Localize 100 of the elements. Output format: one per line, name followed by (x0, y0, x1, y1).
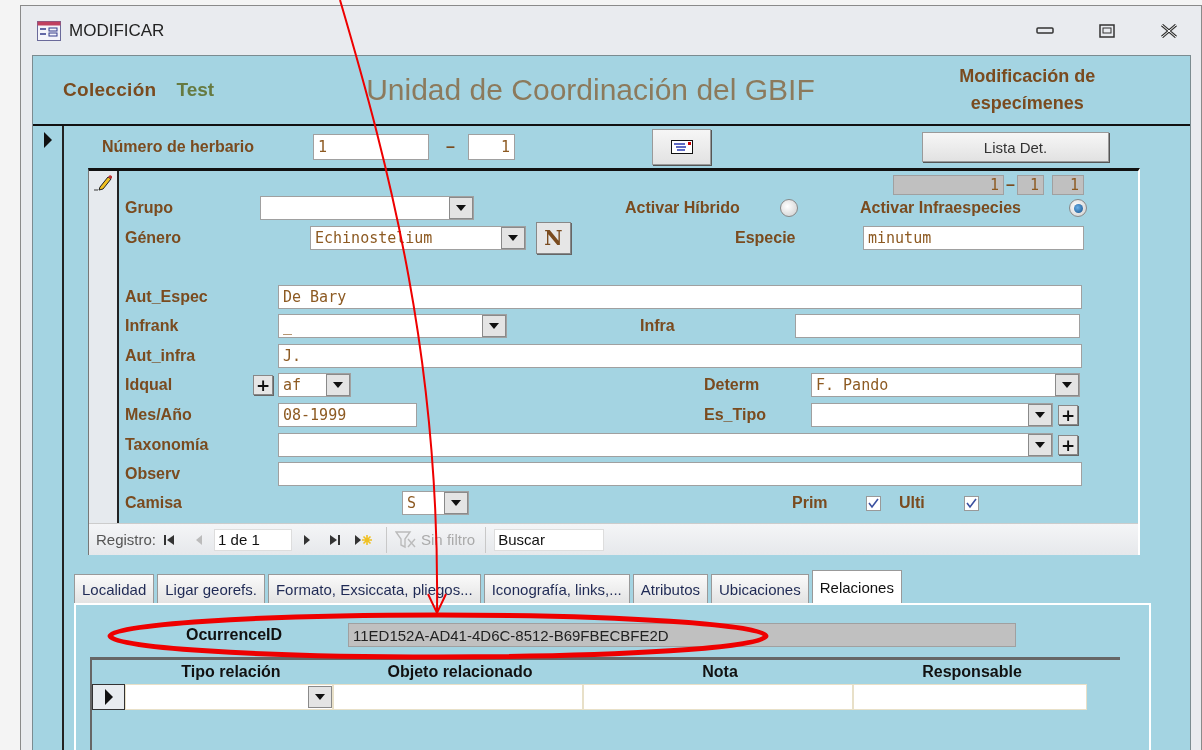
tab[interactable]: Ubicaciones (711, 574, 809, 603)
dropdown-button[interactable] (1055, 374, 1079, 396)
radio-button[interactable] (1069, 199, 1087, 217)
tab[interactable]: Iconografía, links,... (483, 574, 630, 603)
first-arrow-icon (164, 533, 175, 546)
dropdown-button[interactable] (444, 492, 468, 514)
search-field[interactable]: Buscar (494, 528, 605, 551)
minimize-icon (1036, 26, 1054, 35)
text-field[interactable] (278, 461, 1082, 486)
row-selector[interactable] (92, 684, 125, 710)
card-icon (670, 140, 693, 154)
text-field[interactable]: 1 (468, 134, 515, 160)
prev-arrow-icon (195, 533, 204, 546)
separator: – (446, 138, 455, 156)
infrank-combo[interactable]: _ (278, 314, 507, 338)
caret-icon (1035, 412, 1045, 418)
column-header: Nota (701, 663, 739, 681)
field-label: Grupo (125, 199, 173, 217)
shirt-combo[interactable]: S (402, 491, 469, 515)
caret-icon (1062, 382, 1072, 388)
form-title: Unidad de Coordinación del GBIF (366, 73, 816, 107)
last-record-button[interactable] (328, 532, 343, 547)
field-label: Número de herbario (102, 138, 255, 156)
tab[interactable]: Relaciones (811, 570, 902, 603)
dropdown-button[interactable] (482, 315, 506, 337)
current-record-icon (103, 689, 114, 705)
add-button[interactable]: + (1058, 405, 1078, 425)
text-field[interactable]: 1 (313, 134, 429, 160)
collection-label: Colección (63, 79, 157, 101)
text-field[interactable]: 08-1999 (278, 403, 417, 427)
text-field[interactable] (795, 314, 1080, 338)
current-record-icon (42, 132, 53, 148)
record-position-field[interactable]: 1 de 1 (214, 528, 293, 551)
field-label: Prim (792, 494, 828, 512)
determiner-combo[interactable]: F. Pando (811, 373, 1080, 397)
dropdown-button[interactable] (501, 227, 525, 249)
add-button[interactable]: + (253, 375, 273, 395)
separator: – (1006, 176, 1015, 194)
dropdown-button[interactable] (1028, 404, 1052, 426)
card-button[interactable] (652, 129, 711, 165)
form-icon (37, 20, 61, 41)
tab[interactable]: Ligar georefs. (157, 574, 265, 603)
field-label: Mes/Año (125, 406, 192, 424)
table-cell[interactable] (583, 684, 853, 710)
dropdown-button[interactable] (308, 686, 332, 708)
idqual-combo[interactable]: af (278, 373, 351, 397)
table-cell[interactable] (125, 684, 333, 710)
caret-icon (451, 500, 461, 506)
tab[interactable]: Atributos (632, 574, 708, 603)
table-cell[interactable] (333, 684, 583, 710)
text-field[interactable]: De Bary (278, 284, 1082, 309)
table-cell[interactable] (853, 684, 1087, 710)
field-label: Activar Infraespecies (860, 199, 1021, 217)
new-record-icon (355, 533, 374, 546)
new-record-button[interactable] (354, 532, 375, 547)
list-button[interactable]: Lista Det. (922, 132, 1109, 162)
radio-button[interactable] (780, 199, 798, 217)
new-genus-button[interactable]: N (536, 222, 571, 254)
dropdown-button[interactable] (326, 374, 350, 396)
funnel-icon (395, 530, 418, 549)
record-label: Registro: (96, 531, 157, 548)
caret-icon (456, 205, 466, 211)
next-arrow-icon (303, 533, 312, 546)
dropdown-button[interactable] (1028, 433, 1052, 456)
field-label: Género (125, 229, 181, 247)
caret-icon (489, 323, 499, 329)
close-icon (1160, 23, 1178, 38)
maximize-icon (1099, 23, 1115, 38)
add-button[interactable]: + (1058, 434, 1078, 455)
field-label: Especie (735, 229, 796, 247)
field-label: Determ (704, 376, 760, 394)
field-label: Taxonomía (125, 435, 209, 454)
field-label: Aut_Espec (125, 287, 208, 306)
field-label: Activar Híbrido (625, 199, 740, 217)
caret-icon (1035, 441, 1045, 448)
text-field[interactable]: J. (278, 343, 1082, 368)
form-subtitle: Modificación de especímenes (958, 65, 1097, 115)
caret-icon (333, 382, 343, 388)
text-field[interactable]: minutum (863, 226, 1084, 250)
dropdown-button[interactable] (449, 197, 473, 219)
field-label: Observ (125, 464, 181, 483)
collection-value: Test (176, 79, 215, 101)
checkbox[interactable] (866, 495, 881, 511)
checkbox[interactable] (964, 495, 979, 511)
occurrence-id-field: 11ED152A-AD41-4D6C-8512-B69FBECBFE2D (348, 623, 1016, 647)
last-arrow-icon (330, 533, 341, 546)
field-label: OcurrenceID (186, 626, 283, 644)
column-header: Objeto relacionado (386, 663, 534, 681)
field-label: Ulti (899, 494, 925, 512)
field-label: Aut_infra (125, 346, 196, 365)
caret-icon (508, 235, 518, 241)
field-label: Infra (640, 317, 675, 335)
caret-icon (315, 694, 325, 700)
first-record-button[interactable] (162, 532, 177, 547)
field-label: Idqual (125, 376, 173, 394)
column-header: Tipo relación (180, 663, 282, 681)
field-label: Infrank (125, 317, 179, 335)
tab[interactable]: Localidad (74, 574, 155, 603)
column-header: Responsable (921, 663, 1023, 681)
field-label: Camisa (125, 494, 182, 512)
